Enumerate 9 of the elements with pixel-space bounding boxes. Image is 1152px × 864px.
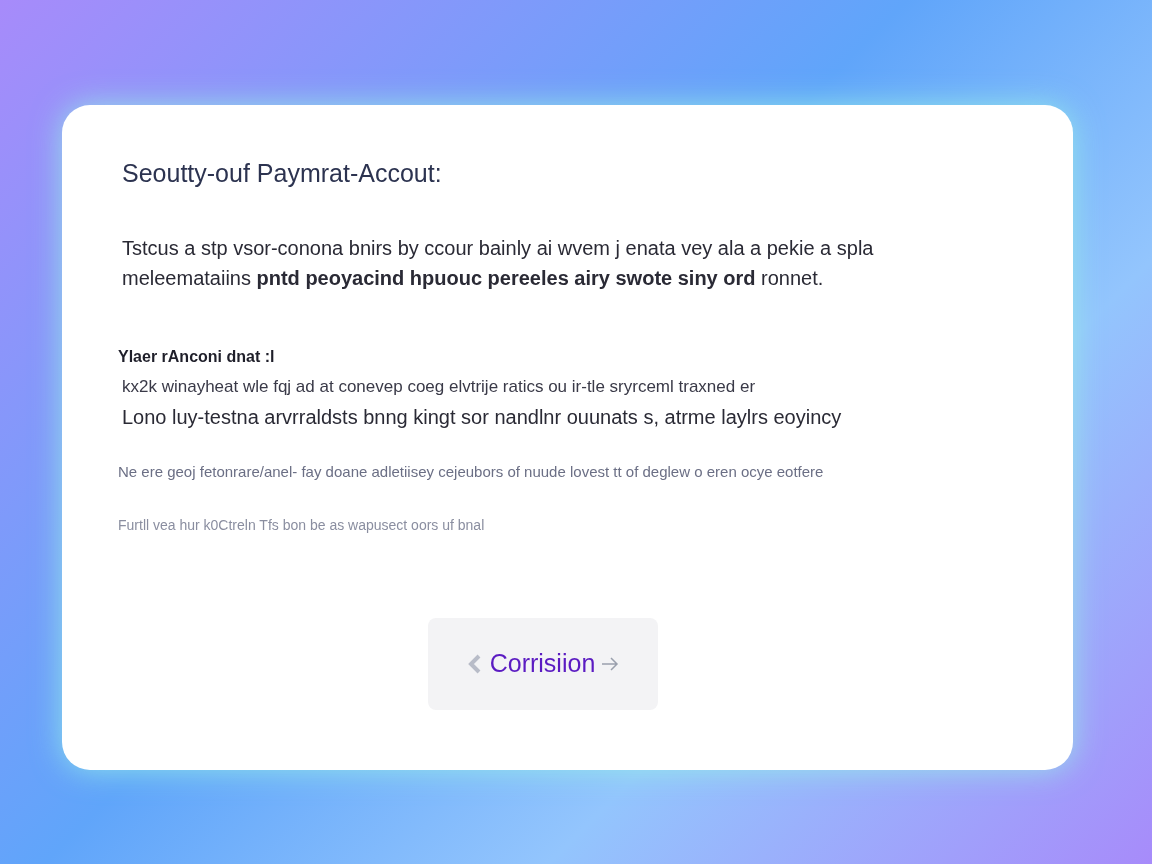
intro-paragraph: Tstcus a stp vsor-conona bnirs by ccour bainly ai wvem j enata vey ala a pekie a spla meleemataiins pntd peoyacind hpuouc pereeles airy swote siny ord ronnet. (122, 235, 875, 291)
detail-line: Lono luy-testna arvrraldsts bnng kingt sor nandlnr ouunats s, atrme laylrs eoyincy (122, 404, 843, 430)
note-text: Ne ere geoj fetonrare/anel- fay doane adletiisey cejeubors of nuude lovest tt of deglew o eren ocye eotfere (118, 461, 825, 482)
arrow-right-icon (601, 657, 620, 671)
dialog-title: Seoutty-ouf Paymrat-Accout: (122, 158, 443, 189)
detail-line: kx2k winayheat wle fqj ad at conevep coeg elvtrije ratics ou ir-tle sryrceml traxned er (122, 375, 757, 398)
continue-button[interactable]: Corrisiion (427, 618, 658, 710)
note-text: Furtll vea hur k0Ctreln Tfs bon be as wapusect oors uf bnal (118, 516, 486, 535)
section-label: Ylaer rAnconi dnat :l (118, 346, 276, 367)
